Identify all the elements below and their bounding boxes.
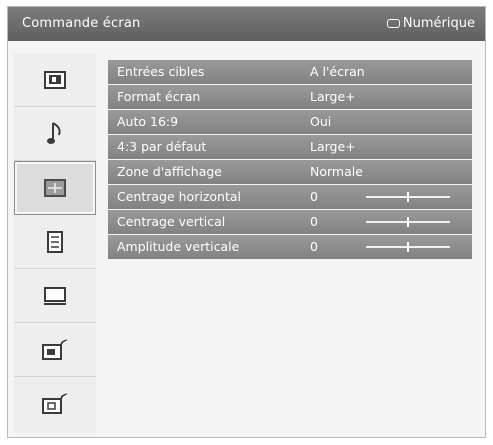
vertical-amplitude-slider[interactable] (366, 242, 450, 252)
sidebar-item-digital-tuning[interactable] (14, 377, 96, 431)
monitor-icon (44, 286, 66, 305)
menu-row-screen-format[interactable]: Format écran Large+ (108, 85, 472, 109)
menu-row-auto-16-9[interactable]: Auto 16:9 Oui (108, 110, 472, 134)
menu-row-value: 0 (310, 189, 318, 204)
vertical-centering-slider[interactable] (366, 217, 450, 227)
menu-row-value: A l'écran (310, 64, 365, 79)
slider-thumb[interactable] (407, 242, 409, 252)
digital-setup-icon (42, 338, 68, 360)
menu-header: Commande écran Numérique (8, 7, 485, 41)
slider-thumb[interactable] (407, 192, 409, 202)
menu-title: Commande écran (22, 16, 141, 31)
slider-thumb[interactable] (407, 217, 409, 227)
menu-row-value: Normale (310, 164, 363, 179)
input-source: Numérique (386, 16, 475, 31)
menu-row-label: Centrage horizontal (117, 189, 241, 204)
tv-menu-screen: Commande écran Numérique Entrées cibles … (7, 6, 486, 438)
sidebar-item-pc-settings[interactable] (14, 269, 96, 323)
screen-control-menu: Entrées cibles A l'écran Format écran La… (108, 60, 472, 260)
menu-row-value: Large+ (310, 139, 356, 154)
screen-control-icon (44, 179, 66, 197)
sidebar-item-sound[interactable] (14, 107, 96, 161)
menu-row-value: Oui (310, 114, 332, 129)
input-source-label: Numérique (402, 16, 475, 31)
menu-row-label: Format écran (117, 89, 201, 104)
menu-row-label: Centrage vertical (117, 214, 226, 229)
menu-row-value: 0 (310, 239, 318, 254)
sidebar-item-screen-control[interactable] (14, 161, 96, 215)
digital-tuning-icon (42, 393, 68, 414)
menu-row-display-area[interactable]: Zone d'affichage Normale (108, 160, 472, 184)
horizontal-centering-slider[interactable] (366, 192, 450, 202)
tv-screen-icon (386, 19, 400, 28)
settings-list-icon (47, 230, 63, 253)
menu-row-vertical-centering[interactable]: Centrage vertical 0 (108, 210, 472, 234)
menu-row-label: Zone d'affichage (117, 164, 222, 179)
menu-row-target-inputs[interactable]: Entrées cibles A l'écran (108, 60, 472, 84)
menu-row-vertical-amplitude[interactable]: Amplitude verticale 0 (108, 235, 472, 259)
menu-row-value: 0 (310, 214, 318, 229)
sidebar-item-picture[interactable] (14, 53, 96, 107)
menu-row-default-4-3[interactable]: 4:3 par défaut Large+ (108, 135, 472, 159)
menu-row-label: Amplitude verticale (117, 239, 240, 254)
menu-row-label: 4:3 par défaut (117, 139, 207, 154)
menu-row-label: Auto 16:9 (117, 114, 179, 129)
menu-row-label: Entrées cibles (117, 64, 205, 79)
music-note-icon (47, 121, 61, 144)
menu-row-value: Large+ (310, 89, 356, 104)
sidebar-item-digital-setup[interactable] (14, 323, 96, 377)
picture-icon (44, 70, 66, 89)
menu-row-horizontal-centering[interactable]: Centrage horizontal 0 (108, 185, 472, 209)
category-sidebar (14, 53, 96, 433)
sidebar-item-settings[interactable] (14, 215, 96, 269)
